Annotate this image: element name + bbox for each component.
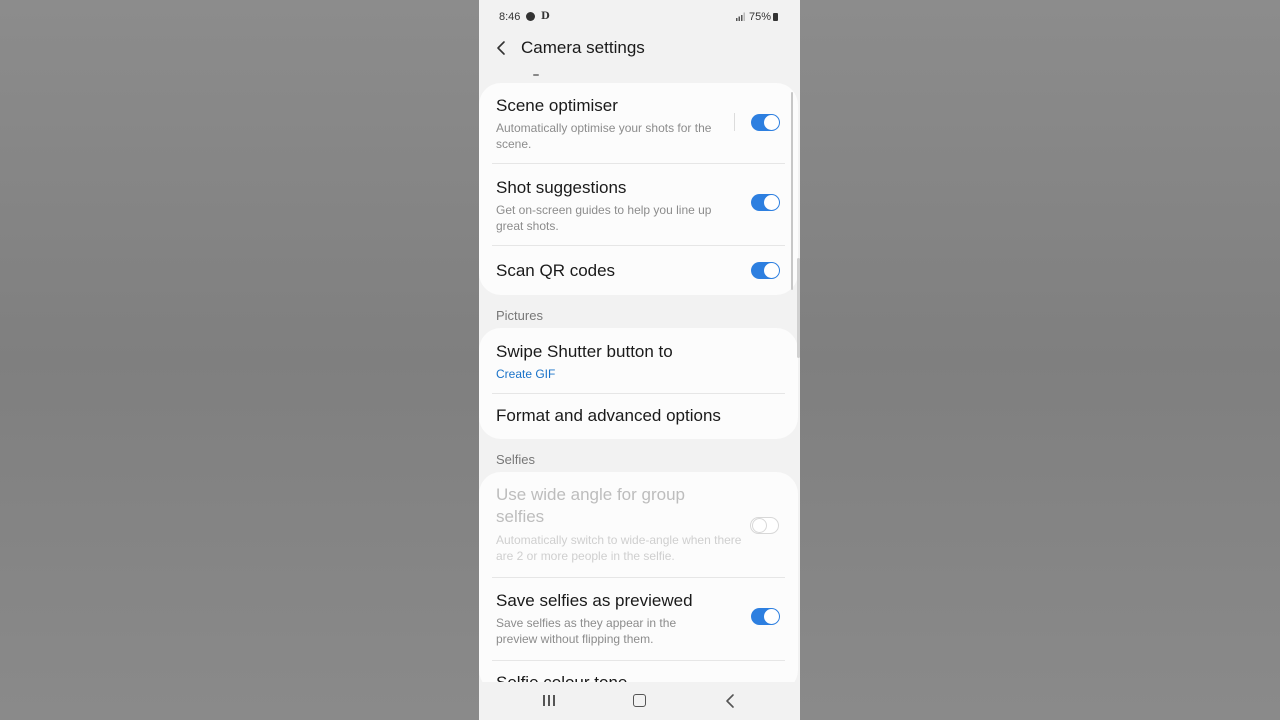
divider <box>492 393 785 394</box>
setting-selfie-colour-tone[interactable]: Selfie colour tone <box>496 672 784 682</box>
header: Camera settings <box>479 34 800 74</box>
setting-format-advanced[interactable]: Format and advanced options <box>496 405 784 431</box>
setting-subtitle: Automatically switch to wide-angle when … <box>496 533 742 563</box>
setting-wide-angle-group-selfies: Use wide angle for group selfies Automat… <box>496 484 784 568</box>
scan-qr-codes-toggle[interactable] <box>751 262 780 279</box>
back-icon[interactable] <box>723 693 737 709</box>
battery-percentage: 75% <box>749 11 772 23</box>
background-left <box>0 0 479 720</box>
edge-panel-handle[interactable] <box>797 258 800 358</box>
page-title: Camera settings <box>521 38 645 57</box>
chevron-left-icon[interactable] <box>493 38 511 58</box>
d-notification-icon: D <box>541 11 550 22</box>
divider <box>492 660 785 661</box>
setting-shot-suggestions[interactable]: Shot suggestions Get on-screen guides to… <box>496 177 784 239</box>
setting-subtitle: Automatically optimise your shots for th… <box>496 121 712 151</box>
setting-scan-qr-codes[interactable]: Scan QR codes <box>496 259 784 289</box>
clipped-item-fragment <box>533 74 539 76</box>
save-selfies-toggle[interactable] <box>751 608 780 625</box>
recents-icon[interactable] <box>542 695 556 707</box>
navigation-bar <box>479 682 800 720</box>
battery-icon <box>773 13 778 21</box>
setting-save-selfies-previewed[interactable]: Save selfies as previewed Save selfies a… <box>496 590 784 652</box>
setting-title: Swipe Shutter button to <box>496 342 673 361</box>
setting-scene-optimiser[interactable]: Scene optimiser Automatically optimise y… <box>496 95 784 157</box>
phone-screen: 8:46 D 75% Camera settings Scene optimis… <box>479 0 800 720</box>
setting-title: Save selfies as previewed <box>496 591 693 610</box>
selfies-card: Use wide angle for group selfies Automat… <box>479 472 798 682</box>
setting-title: Format and advanced options <box>496 406 721 425</box>
setting-title: Selfie colour tone <box>496 672 627 682</box>
camera-features-card: Scene optimiser Automatically optimise y… <box>479 83 798 295</box>
setting-title: Scan QR codes <box>496 261 616 280</box>
status-time: 8:46 <box>499 11 521 23</box>
section-label-selfies: Selfies <box>496 452 536 467</box>
setting-swipe-shutter[interactable]: Swipe Shutter button to Create GIF <box>496 341 784 386</box>
settings-list[interactable]: Scene optimiser Automatically optimise y… <box>479 72 800 682</box>
setting-subtitle: Save selfies as they appear in the previ… <box>496 616 677 646</box>
setting-title: Scene optimiser <box>496 96 618 115</box>
profile-icon <box>526 12 535 21</box>
pictures-card: Swipe Shutter button to Create GIF Forma… <box>479 328 798 439</box>
divider <box>734 113 735 131</box>
setting-title: Use wide angle for group selfies <box>496 485 686 526</box>
status-bar: 8:46 D 75% <box>479 0 800 34</box>
wide-angle-toggle <box>750 517 779 534</box>
divider <box>492 577 785 578</box>
signal-icon <box>736 12 745 21</box>
setting-subtitle: Get on-screen guides to help you line up… <box>496 203 712 233</box>
background-right <box>800 0 1280 720</box>
setting-value: Create GIF <box>496 367 556 381</box>
setting-title: Shot suggestions <box>496 178 627 197</box>
shot-suggestions-toggle[interactable] <box>751 194 780 211</box>
divider <box>492 163 785 164</box>
home-icon[interactable] <box>633 694 646 707</box>
divider <box>492 245 785 246</box>
scene-optimiser-toggle[interactable] <box>751 114 780 131</box>
section-label-pictures: Pictures <box>496 308 543 323</box>
scrollbar[interactable] <box>791 92 793 290</box>
